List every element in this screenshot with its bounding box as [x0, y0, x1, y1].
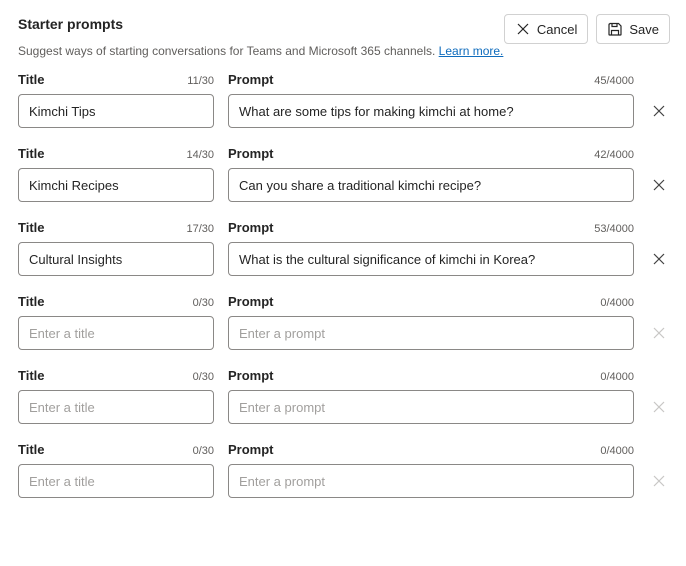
prompt-counter: 42/4000 — [594, 149, 634, 161]
prompt-input[interactable] — [228, 168, 634, 202]
cancel-label: Cancel — [537, 22, 577, 37]
title-label: Title — [18, 72, 45, 87]
close-icon — [651, 473, 667, 489]
title-counter: 14/30 — [186, 149, 214, 161]
save-label: Save — [629, 22, 659, 37]
learn-more-link[interactable]: Learn more. — [439, 44, 504, 58]
prompt-counter: 0/4000 — [600, 371, 634, 383]
close-icon — [651, 251, 667, 267]
prompt-label: Prompt — [228, 442, 274, 457]
delete-row-button[interactable] — [648, 248, 670, 270]
save-icon — [607, 21, 623, 37]
title-input[interactable] — [18, 464, 214, 498]
title-label: Title — [18, 220, 45, 235]
title-input[interactable] — [18, 390, 214, 424]
title-input[interactable] — [18, 316, 214, 350]
delete-row-button — [648, 396, 670, 418]
close-icon — [651, 103, 667, 119]
title-input[interactable] — [18, 168, 214, 202]
prompt-counter: 45/4000 — [594, 75, 634, 87]
close-icon — [651, 399, 667, 415]
close-icon — [651, 325, 667, 341]
title-label: Title — [18, 442, 45, 457]
page-subtitle: Suggest ways of starting conversations f… — [18, 44, 670, 58]
title-label: Title — [18, 146, 45, 161]
prompt-input[interactable] — [228, 94, 634, 128]
prompt-input[interactable] — [228, 242, 634, 276]
prompt-label: Prompt — [228, 220, 274, 235]
title-input[interactable] — [18, 242, 214, 276]
prompt-input[interactable] — [228, 464, 634, 498]
close-icon — [515, 21, 531, 37]
delete-row-button[interactable] — [648, 100, 670, 122]
delete-row-button — [648, 470, 670, 492]
prompt-label: Prompt — [228, 146, 274, 161]
prompt-counter: 53/4000 — [594, 223, 634, 235]
delete-row-button[interactable] — [648, 174, 670, 196]
title-counter: 0/30 — [193, 297, 214, 309]
prompt-input[interactable] — [228, 390, 634, 424]
prompt-label: Prompt — [228, 72, 274, 87]
cancel-button[interactable]: Cancel — [504, 14, 588, 44]
save-button[interactable]: Save — [596, 14, 670, 44]
title-label: Title — [18, 294, 45, 309]
close-icon — [651, 177, 667, 193]
prompt-label: Prompt — [228, 368, 274, 383]
prompt-label: Prompt — [228, 294, 274, 309]
page-title: Starter prompts — [18, 16, 123, 32]
prompt-counter: 0/4000 — [600, 445, 634, 457]
delete-row-button — [648, 322, 670, 344]
title-counter: 0/30 — [193, 445, 214, 457]
title-input[interactable] — [18, 94, 214, 128]
title-counter: 0/30 — [193, 371, 214, 383]
prompt-counter: 0/4000 — [600, 297, 634, 309]
prompt-input[interactable] — [228, 316, 634, 350]
title-counter: 11/30 — [187, 75, 214, 87]
title-label: Title — [18, 368, 45, 383]
title-counter: 17/30 — [186, 223, 214, 235]
